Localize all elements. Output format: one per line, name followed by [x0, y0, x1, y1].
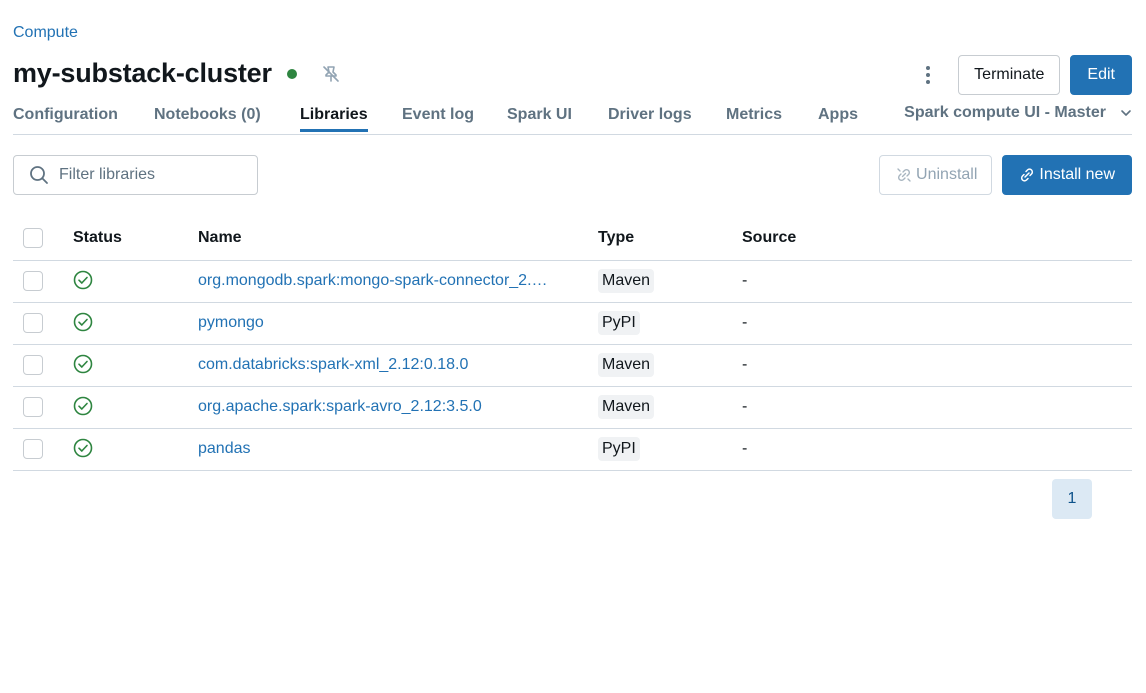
check-circle-icon [73, 270, 93, 290]
row-checkbox[interactable] [23, 397, 43, 417]
filter-libraries-input[interactable] [57, 165, 241, 185]
pagination-page-1[interactable]: 1 [1052, 479, 1092, 519]
tab-event-log[interactable]: Event log [402, 106, 474, 131]
column-header-source[interactable]: Source [742, 229, 796, 247]
table-row: org.apache.spark:spark-avro_2.12:3.5.0 M… [13, 387, 1132, 429]
edit-button[interactable]: Edit [1070, 55, 1132, 95]
uninstall-label: Uninstall [916, 166, 978, 183]
row-checkbox[interactable] [23, 313, 43, 333]
page-title: my-substack-cluster [13, 58, 272, 88]
library-toolbar: Uninstall Install new [879, 155, 1132, 195]
library-type-tag: Maven [598, 353, 655, 377]
library-source: - [742, 314, 748, 331]
table-header: Status Name Type Source [13, 218, 1132, 261]
tab-bar: Configuration Notebooks (0) Libraries Ev… [13, 100, 1132, 135]
library-name-link[interactable]: org.mongodb.spark:mongo-spark-connector_… [198, 272, 548, 290]
tab-notebooks[interactable]: Notebooks (0) [154, 106, 261, 131]
pin-off-icon[interactable] [321, 64, 341, 84]
library-type-tag: PyPI [598, 311, 640, 335]
select-all-checkbox[interactable] [23, 228, 43, 248]
library-name-link[interactable]: com.databricks:spark-xml_2.12:0.18.0 [198, 356, 468, 374]
more-vertical-icon[interactable] [916, 55, 940, 95]
title-row: my-substack-cluster [13, 58, 341, 89]
library-name-link[interactable]: pymongo [198, 314, 264, 332]
tab-apps[interactable]: Apps [818, 106, 858, 131]
link-icon [1019, 167, 1035, 183]
library-type-tag: PyPI [598, 437, 640, 461]
table-row: pandas PyPI - [13, 429, 1132, 471]
library-name-link[interactable]: org.apache.spark:spark-avro_2.12:3.5.0 [198, 398, 482, 416]
cluster-status-dot [286, 68, 297, 79]
library-source: - [742, 440, 748, 457]
check-circle-icon [73, 438, 93, 458]
table-row: pymongo PyPI - [13, 303, 1132, 345]
check-circle-icon [73, 354, 93, 374]
library-type-tag: Maven [598, 269, 655, 293]
spark-compute-ui-label: Spark compute UI - Master [904, 104, 1106, 121]
libraries-table: Status Name Type Source org.mongodb.spar… [13, 218, 1132, 471]
tab-spark-ui[interactable]: Spark UI [507, 106, 572, 131]
header-actions: Terminate Edit [916, 55, 1132, 95]
check-circle-icon [73, 396, 93, 416]
search-icon [29, 165, 49, 185]
library-source: - [742, 398, 748, 415]
breadcrumb[interactable]: Compute [13, 24, 78, 42]
check-circle-icon [73, 312, 93, 332]
library-type-tag: Maven [598, 395, 655, 419]
spark-compute-ui-dropdown[interactable]: Spark compute UI - Master [904, 104, 1132, 122]
column-header-type[interactable]: Type [598, 229, 634, 247]
table-row: org.mongodb.spark:mongo-spark-connector_… [13, 261, 1132, 303]
column-header-status[interactable]: Status [73, 229, 122, 247]
library-source: - [742, 272, 748, 289]
row-checkbox[interactable] [23, 271, 43, 291]
tab-driver-logs[interactable]: Driver logs [608, 106, 692, 131]
row-checkbox[interactable] [23, 439, 43, 459]
terminate-button[interactable]: Terminate [958, 55, 1061, 95]
install-new-label: Install new [1039, 166, 1115, 183]
tab-configuration[interactable]: Configuration [13, 106, 118, 131]
table-row: com.databricks:spark-xml_2.12:0.18.0 Mav… [13, 345, 1132, 387]
filter-libraries-box [13, 155, 258, 195]
column-header-name[interactable]: Name [198, 229, 242, 247]
tab-metrics[interactable]: Metrics [726, 106, 782, 131]
library-source: - [742, 356, 748, 373]
install-new-button[interactable]: Install new [1002, 155, 1132, 195]
uninstall-button[interactable]: Uninstall [879, 155, 993, 195]
library-name-link[interactable]: pandas [198, 440, 251, 458]
row-checkbox[interactable] [23, 355, 43, 375]
chevron-down-icon [1120, 107, 1132, 119]
unlink-icon [896, 167, 912, 183]
tab-libraries[interactable]: Libraries [300, 106, 368, 132]
